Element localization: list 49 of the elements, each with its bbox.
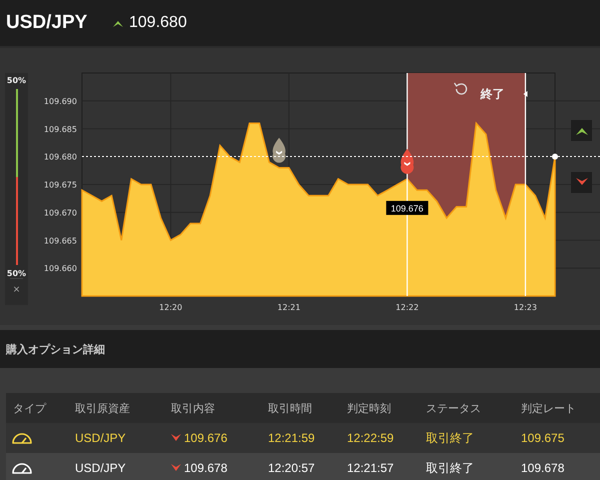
x-tick-label: 12:23: [514, 303, 537, 312]
y-tick-label: 109.675: [44, 180, 77, 190]
x-tick-label: 12:20: [159, 303, 182, 312]
table-cell-text: 12:21:59: [267, 431, 316, 445]
column-header: 取引時間: [267, 400, 313, 416]
table-row[interactable]: USD/JPY 109.678 12:20:57 12:21:57 取引終了 109.678: [6, 453, 600, 480]
history-icon: [454, 82, 468, 95]
chevron-icon: [576, 178, 588, 187]
up-percentage: 50%: [6, 76, 26, 85]
table-cell-text: 取引終了: [425, 460, 475, 476]
y-tick-label: 109.690: [44, 96, 77, 106]
gauge-icon: [11, 431, 33, 445]
x-tick-label: 12:21: [277, 303, 300, 312]
y-tick-label: 109.685: [44, 124, 77, 134]
table-cell-text: USD/JPY: [74, 431, 127, 445]
expiry-label: 終了: [480, 87, 504, 101]
low-button[interactable]: [571, 172, 592, 193]
entry-price-tag: 109.676: [386, 200, 428, 215]
high-button[interactable]: [571, 120, 592, 141]
table-cell-text: USD/JPY: [74, 461, 127, 475]
currency-pair: USD/JPY: [6, 12, 88, 34]
section-title: 購入オプション詳細: [6, 342, 105, 356]
table-cell: 109.678: [184, 461, 228, 475]
table-cell-text: 取引終了: [425, 430, 475, 446]
column-header: 取引原資産: [74, 400, 131, 416]
column-header: ステータス: [425, 400, 482, 416]
current-price: 109.680: [129, 14, 187, 32]
y-tick-label: 109.680: [44, 152, 77, 162]
chevron-icon: [576, 126, 588, 135]
table-cell-text: 109.675: [520, 431, 566, 445]
entry-marker: [272, 138, 286, 163]
gauge-icon: [11, 461, 33, 475]
column-header: 取引内容: [170, 400, 216, 416]
table-cell-text: 12:21:57: [346, 461, 395, 475]
column-header: 判定時刻: [346, 400, 392, 416]
table-cell-text: 12:22:59: [346, 431, 395, 445]
close-button[interactable]: ×: [10, 278, 24, 297]
column-header: タイプ: [12, 400, 48, 416]
table-cell-text: 12:20:57: [267, 461, 316, 475]
current-point: [552, 154, 558, 160]
x-tick-label: 12:22: [396, 303, 419, 312]
table-cell: 109.676: [184, 431, 228, 445]
down-percentage: 50%: [6, 269, 26, 278]
y-tick-label: 109.660: [44, 264, 77, 274]
table-row[interactable]: USD/JPY 109.676 12:21:59 12:22:59 取引終了 109.675: [6, 423, 600, 453]
column-header: 判定レート: [520, 400, 577, 416]
table-cell-text: 109.678: [520, 461, 566, 475]
y-tick-label: 109.670: [44, 208, 77, 218]
y-tick-label: 109.665: [44, 236, 77, 246]
